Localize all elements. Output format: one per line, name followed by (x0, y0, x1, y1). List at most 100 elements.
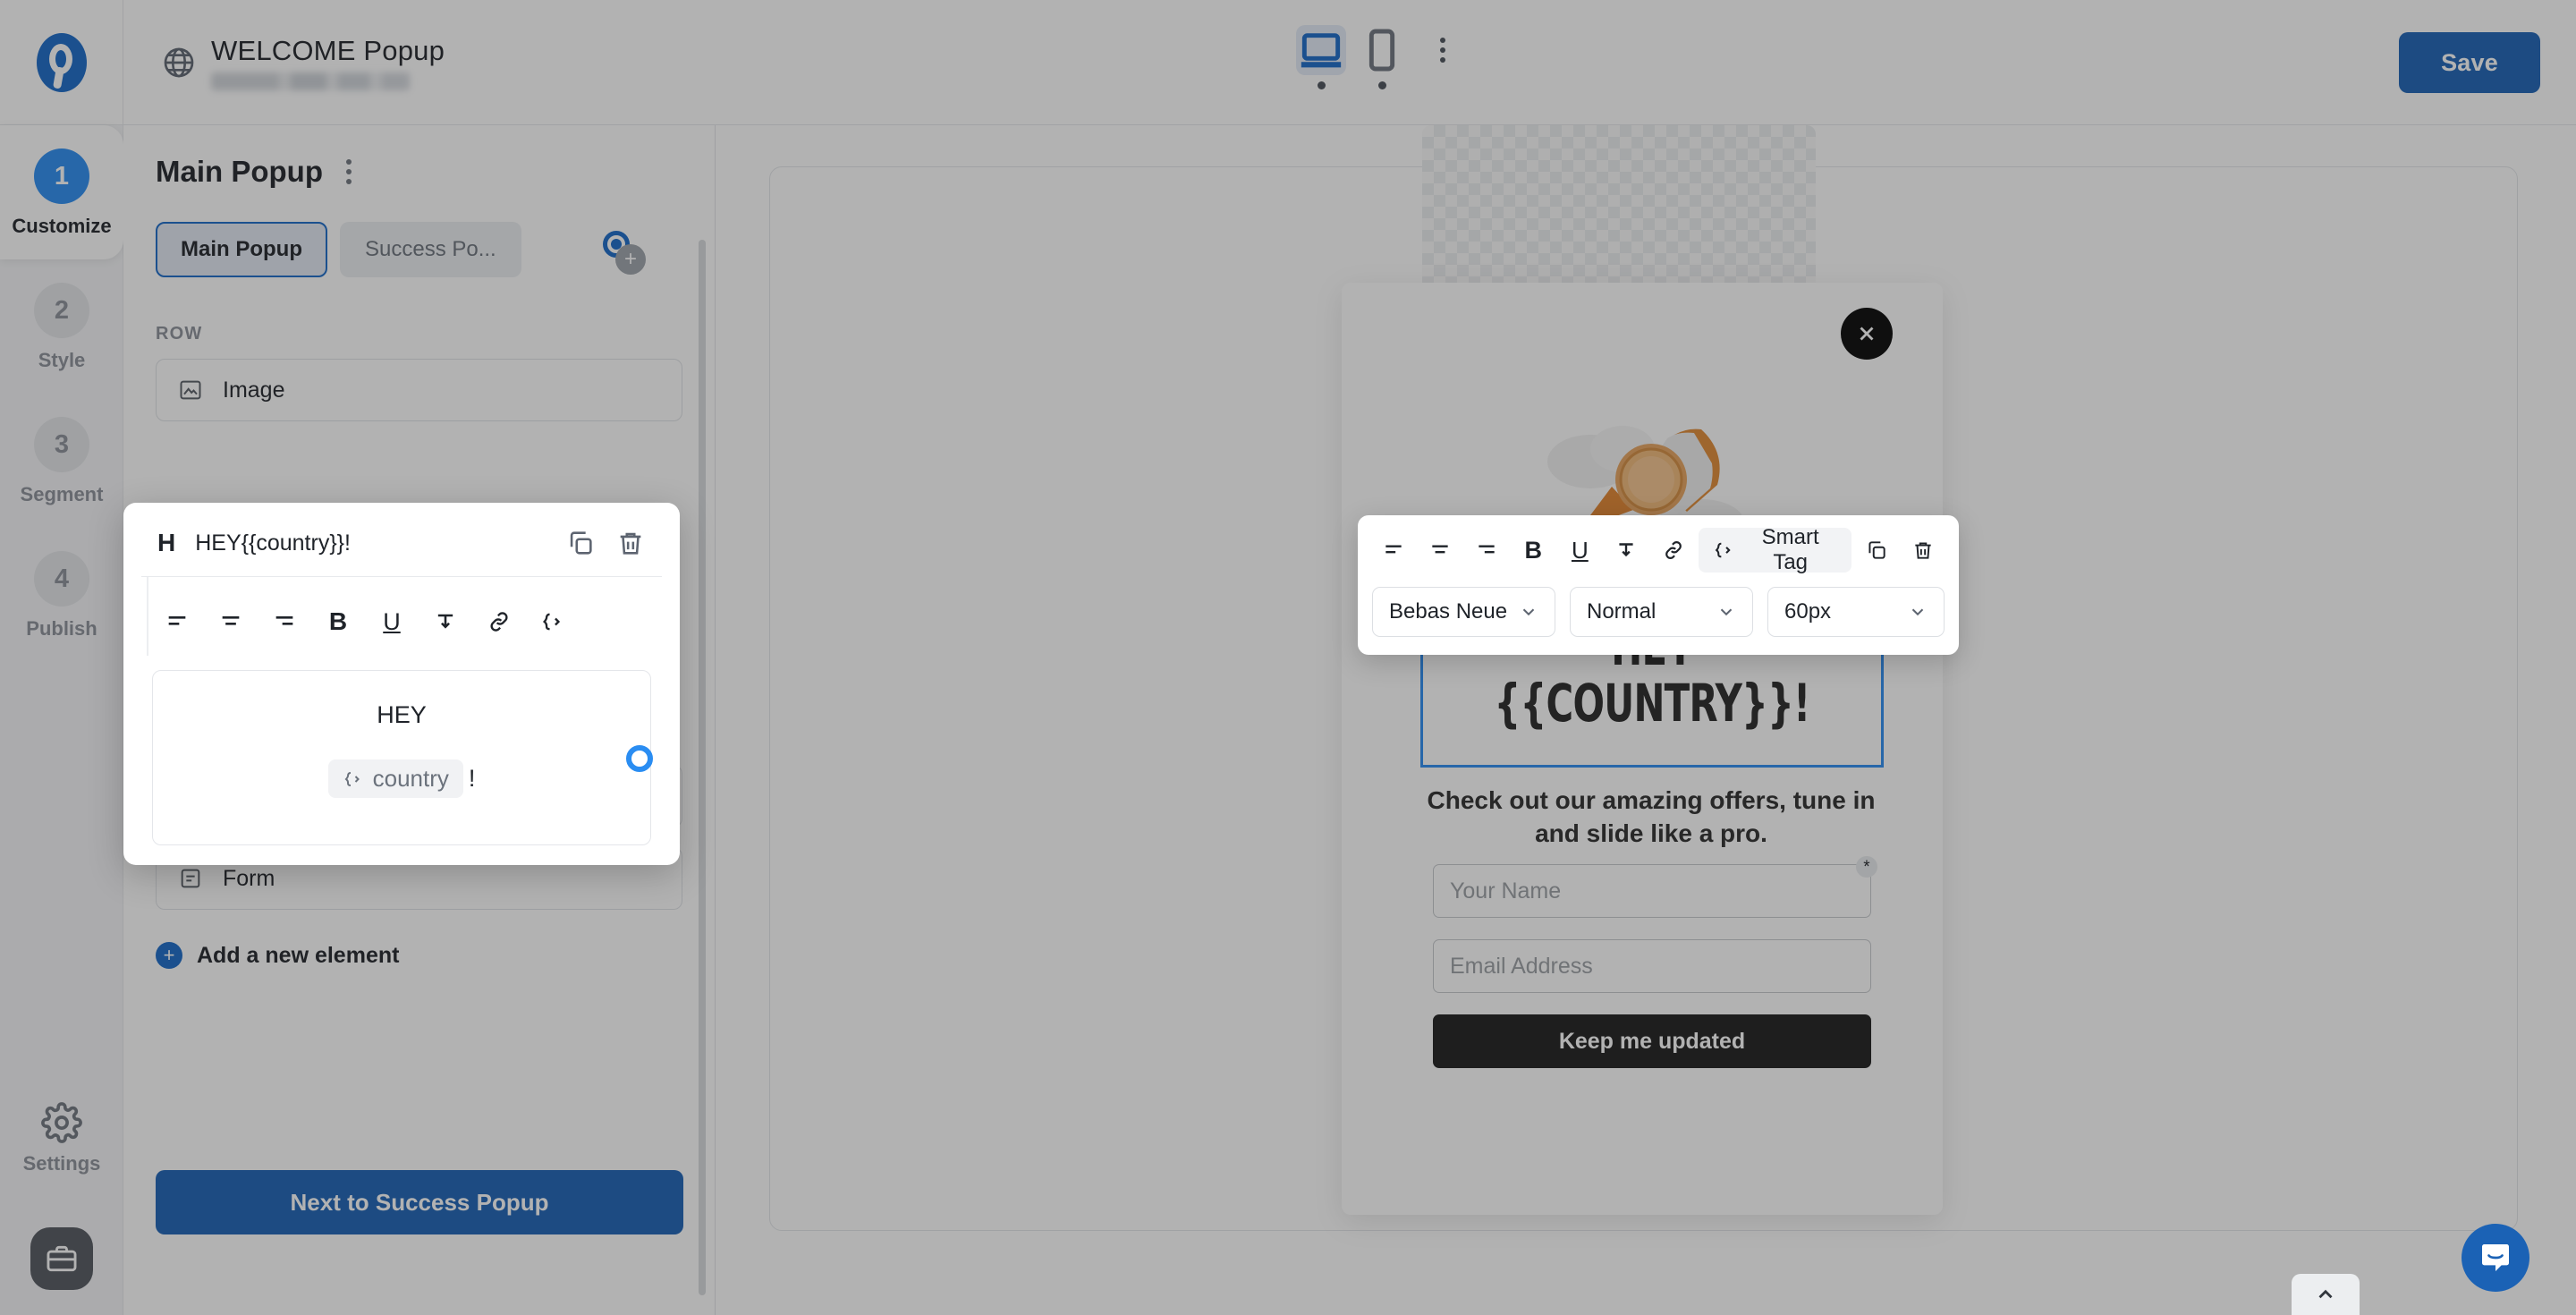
align-center-icon[interactable] (206, 597, 256, 647)
device-preview-toggle (1296, 25, 1468, 89)
kebab-menu-icon (345, 169, 352, 174)
font-family-value: Bebas Neue (1389, 599, 1508, 624)
rail-step-segment[interactable]: 3 Segment (0, 394, 123, 528)
step-number-badge: 4 (34, 551, 89, 607)
campaign-title-group: WELCOME Popup (161, 35, 445, 90)
font-size-select[interactable]: 60px (1767, 587, 1945, 637)
align-right-icon[interactable] (1465, 528, 1508, 573)
popup-form: Your Name * Email Address Keep me update… (1433, 856, 1877, 1068)
duplicate-element-button[interactable] (565, 528, 596, 558)
vertical-align-icon[interactable] (420, 597, 470, 647)
element-text-value: HEY{{country}}! (195, 530, 351, 556)
preview-suffix: ! (468, 765, 476, 792)
add-new-element-label: Add a new element (197, 942, 400, 968)
kebab-menu-icon (345, 159, 352, 165)
font-family-select[interactable]: Bebas Neue (1372, 587, 1555, 637)
desktop-icon (1301, 33, 1342, 68)
chat-bubble-icon (2482, 1244, 2509, 1271)
account-workspace-button[interactable] (30, 1227, 93, 1290)
device-desktop-button[interactable] (1296, 25, 1346, 75)
plus-icon: + (156, 942, 182, 969)
briefcase-icon (47, 1245, 77, 1272)
device-mobile-button[interactable] (1357, 25, 1407, 75)
step-number-badge: 2 (34, 283, 89, 338)
app-logo[interactable] (0, 0, 123, 125)
email-field[interactable]: Email Address (1433, 939, 1871, 993)
image-icon (178, 378, 203, 403)
heading-type-badge: H (157, 529, 176, 556)
name-field[interactable]: Your Name * (1433, 856, 1877, 918)
gear-icon (41, 1102, 82, 1143)
list-item-image[interactable]: Image (156, 359, 682, 421)
align-center-icon[interactable] (1419, 528, 1462, 573)
tab-success-popup[interactable]: Success Po... (339, 222, 521, 277)
copy-icon (1868, 541, 1885, 559)
smart-tag-icon (344, 771, 360, 786)
popup-subheading[interactable]: Check out our amazing offers, tune in an… (1410, 784, 1893, 850)
link-icon[interactable] (474, 597, 524, 647)
kebab-menu-icon (1440, 57, 1445, 63)
bold-icon[interactable]: B (1512, 528, 1555, 573)
mobile-icon (1368, 29, 1395, 72)
delete-element-button[interactable] (1902, 528, 1945, 573)
canvas-toolbar-row-1: B U Smart Tag (1372, 525, 1945, 574)
delete-element-button[interactable] (615, 528, 646, 558)
list-item-label: Image (223, 377, 285, 403)
heading-line-2: {{COUNTRY}}! (1494, 672, 1811, 734)
panel-more-menu-button[interactable] (341, 154, 357, 190)
preview-line-2: country ! (171, 759, 632, 798)
list-item-label: Form (223, 865, 275, 891)
wizard-rail: 1 Customize 2 Style 3 Segment 4 Publish (0, 125, 123, 1315)
collapse-panel-button[interactable] (2292, 1274, 2360, 1315)
required-badge: * (1856, 856, 1877, 878)
bold-icon[interactable]: B (313, 597, 363, 647)
step-label: Publish (26, 617, 97, 640)
font-weight-select[interactable]: Normal (1570, 587, 1753, 637)
top-bar: WELCOME Popup Save (0, 0, 2576, 125)
tab-main-popup[interactable]: Main Popup (156, 222, 327, 277)
editor-rich-text-toolbar: B U (147, 577, 662, 656)
campaign-domain-redacted (211, 72, 410, 90)
underline-icon[interactable]: U (367, 597, 417, 647)
preview-more-menu-button[interactable] (1418, 25, 1468, 75)
align-right-icon[interactable] (259, 597, 309, 647)
rail-step-style[interactable]: 2 Style (0, 259, 123, 394)
align-left-icon[interactable] (1372, 528, 1415, 573)
panel-scrollbar[interactable] (699, 240, 706, 1295)
rail-step-publish[interactable]: 4 Publish (0, 528, 123, 662)
align-left-icon[interactable] (152, 597, 202, 647)
save-button[interactable]: Save (2399, 32, 2540, 93)
submit-button[interactable]: Keep me updated (1433, 1014, 1871, 1068)
kebab-menu-icon (345, 179, 352, 184)
chat-launcher-button[interactable] (2462, 1224, 2529, 1292)
step-number-badge: 3 (34, 417, 89, 472)
element-editor-header: H HEY{{country}}! (141, 517, 662, 577)
smart-tag-chip[interactable]: country (327, 759, 463, 798)
element-selection-marker[interactable] (626, 745, 653, 772)
rail-step-customize[interactable]: 1 Customize (0, 125, 123, 259)
smart-tag-chip-label: country (372, 765, 449, 792)
duplicate-element-button[interactable] (1855, 528, 1898, 573)
copy-icon (570, 531, 592, 555)
optimonk-logo-icon (36, 32, 87, 92)
underline-icon[interactable]: U (1558, 528, 1601, 573)
step-number-badge: 1 (34, 148, 89, 204)
chevron-up-icon (2318, 1289, 2333, 1299)
step-label: Segment (20, 483, 104, 505)
add-new-element-button[interactable]: + Add a new element (123, 910, 715, 969)
globe-icon (161, 45, 197, 81)
next-to-success-popup-button[interactable]: Next to Success Popup (156, 1170, 683, 1234)
font-weight-value: Normal (1587, 599, 1657, 624)
page-title: WELCOME Popup (211, 34, 445, 66)
kebab-menu-icon (1440, 47, 1445, 53)
add-page-button[interactable]: + (615, 244, 646, 275)
link-icon[interactable] (1651, 528, 1694, 573)
smart-tag-label: Smart Tag (1761, 525, 1819, 574)
vertical-align-icon[interactable] (1605, 528, 1648, 573)
smart-tag-button[interactable]: Smart Tag (1698, 525, 1852, 574)
popup-close-button[interactable] (1841, 308, 1893, 360)
smart-tag-icon[interactable] (528, 597, 578, 647)
smart-tag-icon (1715, 542, 1731, 558)
element-text-preview[interactable]: HEY country ! (152, 670, 651, 845)
rail-item-settings[interactable]: Settings (0, 1102, 123, 1175)
